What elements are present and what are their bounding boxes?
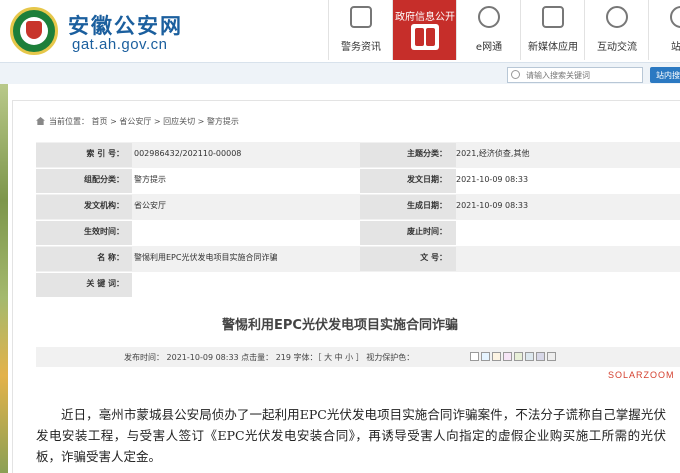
nav-item-label: 警务资讯 <box>341 42 381 53</box>
nav-item-label: 新媒体应用 <box>528 42 578 53</box>
site-icon <box>670 6 680 28</box>
color-swatch[interactable] <box>547 352 556 361</box>
meta-value: 2021-10-09 08:33 <box>456 201 529 210</box>
media-icon <box>542 6 564 28</box>
breadcrumb[interactable]: 当前位置： 首页 > 省公安厅 > 回应关切 > 警方提示 <box>49 116 239 127</box>
meta-value: 002986432/202110-00008 <box>134 149 242 158</box>
nav-item-e-service[interactable]: e网通 <box>456 0 520 60</box>
meta-value <box>126 272 134 296</box>
article-body: 近日，亳州市蒙城县公安局侦办了一起利用EPC光伏发电项目实施合同诈骗案件，不法分… <box>36 404 666 467</box>
meta-label: 名 称： <box>97 253 124 262</box>
meta-value: 警惕利用EPC光伏发电项目实施合同诈骗 <box>134 253 278 262</box>
meta-label: 主题分类： <box>407 149 447 158</box>
table-row: 组配分类： 警方提示 发文日期： 2021-10-09 08:33 <box>36 168 680 194</box>
search-icon <box>511 70 520 79</box>
meta-value <box>126 220 134 244</box>
site-domain: gat.ah.gov.cn <box>72 36 168 53</box>
news-icon <box>350 6 372 28</box>
meta-label: 生成日期： <box>407 201 447 210</box>
folder-icon <box>411 24 439 50</box>
decorative-side-image <box>0 84 8 473</box>
meta-value: 2021-10-09 08:33 <box>456 175 529 184</box>
meta-label: 文 号： <box>420 253 447 262</box>
meta-label: 废止时间： <box>407 227 447 236</box>
nav-item-label: 站群 <box>671 42 680 53</box>
meta-label: 组配分类： <box>84 175 124 184</box>
nav-item-label: 政府信息公开 <box>395 12 455 23</box>
eye-protection-color-swatches <box>470 352 558 362</box>
search-bar: 站内搜 <box>0 62 680 84</box>
meta-value: 省公安厅 <box>134 201 166 210</box>
meta-value: 警方提示 <box>134 175 166 184</box>
meta-value <box>448 220 456 244</box>
nav-item-interaction[interactable]: 互动交流 <box>584 0 648 60</box>
color-swatch[interactable] <box>525 352 534 361</box>
color-swatch[interactable] <box>503 352 512 361</box>
watermark: SOLARZOOM <box>608 370 675 380</box>
color-swatch[interactable] <box>514 352 523 361</box>
table-row: 发文机构： 省公安厅 生成日期： 2021-10-09 08:33 <box>36 194 680 220</box>
color-swatch[interactable] <box>470 352 479 361</box>
article-paragraph: 近日，亳州市蒙城县公安局侦办了一起利用EPC光伏发电项目实施合同诈骗案件，不法分… <box>36 407 666 464</box>
article-title: 警惕利用EPC光伏发电项目实施合同诈骗 <box>222 318 458 333</box>
table-row: 索 引 号： 002986432/202110-00008 主题分类： 2021… <box>36 142 680 168</box>
search-input[interactable] <box>507 67 643 83</box>
table-row: 生效时间： 废止时间： <box>36 220 680 246</box>
article-info[interactable]: 发布时间： 2021-10-09 08:33 点击量： 219 字体：［ 大 中… <box>124 352 414 363</box>
nav-item-site-group[interactable]: 站群 <box>648 0 680 60</box>
meta-label: 索 引 号： <box>86 149 124 158</box>
nav-item-news[interactable]: 警务资讯 <box>328 0 392 60</box>
police-emblem-logo[interactable] <box>10 7 58 55</box>
search-button[interactable]: 站内搜 <box>650 67 680 83</box>
site-header: 安徽公安网 gat.ah.gov.cn 警务资讯 政府信息公开 e网通 新媒体应… <box>0 0 680 60</box>
chat-icon <box>606 6 628 28</box>
meta-label: 发文机构： <box>84 201 124 210</box>
meta-label: 关 键 词： <box>86 279 124 288</box>
e-icon <box>478 6 500 28</box>
nav-item-label: e网通 <box>475 42 503 53</box>
table-row: 关 键 词： <box>36 272 680 298</box>
page: 安徽公安网 gat.ah.gov.cn 警务资讯 政府信息公开 e网通 新媒体应… <box>0 0 680 473</box>
meta-label: 生效时间： <box>84 227 124 236</box>
meta-value <box>448 246 456 270</box>
nav-item-gov-info[interactable]: 政府信息公开 <box>392 0 456 60</box>
nav-item-label: 互动交流 <box>597 42 637 53</box>
meta-label: 发文日期： <box>407 175 447 184</box>
metadata-table: 索 引 号： 002986432/202110-00008 主题分类： 2021… <box>36 142 680 298</box>
main-nav: 警务资讯 政府信息公开 e网通 新媒体应用 互动交流 站群 <box>328 0 680 60</box>
color-swatch[interactable] <box>492 352 501 361</box>
color-swatch[interactable] <box>536 352 545 361</box>
table-row: 名 称： 警惕利用EPC光伏发电项目实施合同诈骗 文 号： <box>36 246 680 272</box>
color-swatch[interactable] <box>481 352 490 361</box>
meta-value: 2021,经济侦查,其他 <box>456 149 530 158</box>
nav-item-new-media[interactable]: 新媒体应用 <box>520 0 584 60</box>
